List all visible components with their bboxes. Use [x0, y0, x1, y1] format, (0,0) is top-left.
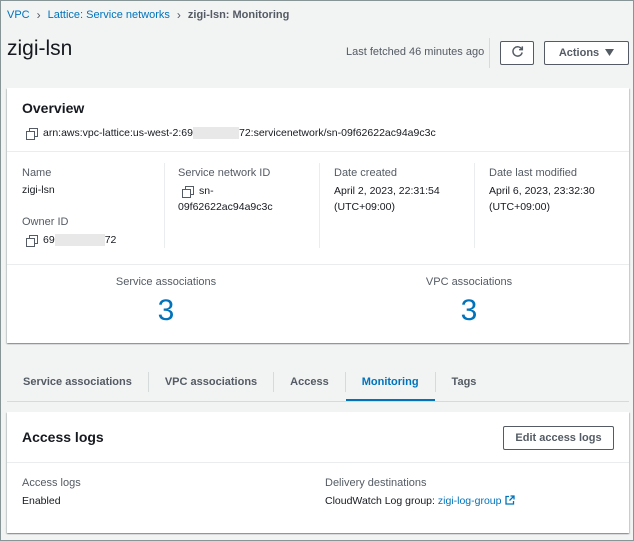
overview-card: Overview arn:aws:vpc-lattice:us-west-2:6… — [7, 88, 629, 343]
destination-prefix: CloudWatch Log group: — [325, 495, 435, 507]
column-divider — [164, 163, 165, 248]
tab-vpc-associations[interactable]: VPC associations — [149, 363, 273, 401]
tab-tags[interactable]: Tags — [436, 363, 493, 401]
service-associations-count[interactable]: 3 — [66, 294, 266, 328]
date-modified-line-2: (UTC+09:00) — [489, 201, 550, 213]
date-created-line-2: (UTC+09:00) — [334, 201, 395, 213]
actions-button[interactable]: Actions — [544, 41, 629, 65]
actions-label: Actions — [558, 47, 600, 59]
date-modified-line-1: April 6, 2023, 23:32:30 — [489, 185, 595, 197]
breadcrumb-vpc[interactable]: VPC — [7, 9, 30, 21]
arn-suffix: 72:servicenetwork/sn-09f62622ac94a9c3c — [238, 127, 436, 139]
access-logs-title: Access logs — [22, 429, 104, 445]
owner-suffix: 72 — [104, 234, 117, 246]
copy-icon[interactable] — [182, 186, 194, 198]
breadcrumb-service-networks[interactable]: Lattice: Service networks — [48, 9, 170, 21]
last-fetched-text: Last fetched 46 minutes ago — [346, 46, 485, 58]
refresh-icon — [511, 45, 524, 61]
redacted-block — [192, 127, 239, 140]
date-created-label: Date created — [334, 167, 397, 179]
breadcrumb: VPC › Lattice: Service networks › zigi-l… — [7, 8, 289, 22]
log-group-link[interactable]: zigi-log-group — [438, 495, 502, 507]
delivery-destination-value: CloudWatch Log group: zigi-log-group — [325, 493, 516, 509]
access-logs-card: Access logs Edit access logs Access logs… — [7, 412, 629, 533]
tab-bar: Service associations VPC associations Ac… — [7, 363, 629, 401]
sn-id-line-1: sn- — [199, 185, 214, 197]
header-divider — [489, 38, 490, 68]
external-link-icon[interactable] — [505, 495, 516, 505]
name-value: zigi-lsn — [22, 184, 55, 196]
service-network-id-label: Service network ID — [178, 167, 271, 179]
page-title: zigi-lsn — [7, 37, 73, 60]
owner-id-label: Owner ID — [22, 216, 69, 228]
chevron-right-icon: › — [36, 8, 41, 22]
copy-icon[interactable] — [26, 127, 38, 140]
date-created-line-1: April 2, 2023, 22:31:54 — [334, 185, 440, 197]
vpc-associations-count[interactable]: 3 — [369, 294, 569, 328]
overview-title: Overview — [22, 100, 85, 116]
access-logs-status-value: Enabled — [22, 495, 61, 507]
chevron-right-icon: › — [176, 8, 181, 22]
edit-access-logs-button[interactable]: Edit access logs — [503, 426, 614, 450]
name-label: Name — [22, 167, 52, 179]
tabs-underline — [7, 401, 629, 402]
divider — [7, 462, 629, 463]
date-modified-label: Date last modified — [489, 167, 578, 179]
refresh-button[interactable] — [500, 41, 534, 65]
service-network-id-value: sn- — [182, 183, 214, 199]
column-divider — [319, 163, 320, 248]
divider — [7, 264, 629, 265]
tab-monitoring[interactable]: Monitoring — [345, 363, 435, 401]
service-associations-label: Service associations — [115, 276, 217, 288]
sn-id-line-2: 09f62622ac94a9c3c — [178, 201, 273, 213]
divider — [7, 151, 629, 152]
column-divider — [474, 163, 475, 248]
tab-access[interactable]: Access — [274, 363, 345, 401]
arn-text: arn:aws:vpc-lattice:us-west-2:69 72:servi… — [43, 127, 436, 140]
delivery-destinations-label: Delivery destinations — [325, 477, 427, 489]
owner-prefix: 69 — [43, 234, 55, 246]
access-logs-status-label: Access logs — [22, 477, 81, 489]
vpc-associations-label: VPC associations — [425, 276, 513, 288]
copy-icon[interactable] — [26, 234, 38, 247]
arn-prefix: arn:aws:vpc-lattice:us-west-2:69 — [43, 127, 193, 139]
tab-service-associations[interactable]: Service associations — [7, 363, 148, 401]
redacted-block — [54, 234, 105, 247]
breadcrumb-current: zigi-lsn: Monitoring — [187, 9, 290, 21]
arn-line: arn:aws:vpc-lattice:us-west-2:69 72:servi… — [26, 127, 436, 140]
caret-down-icon — [605, 47, 615, 59]
owner-id-value: 69 72 — [26, 232, 116, 248]
